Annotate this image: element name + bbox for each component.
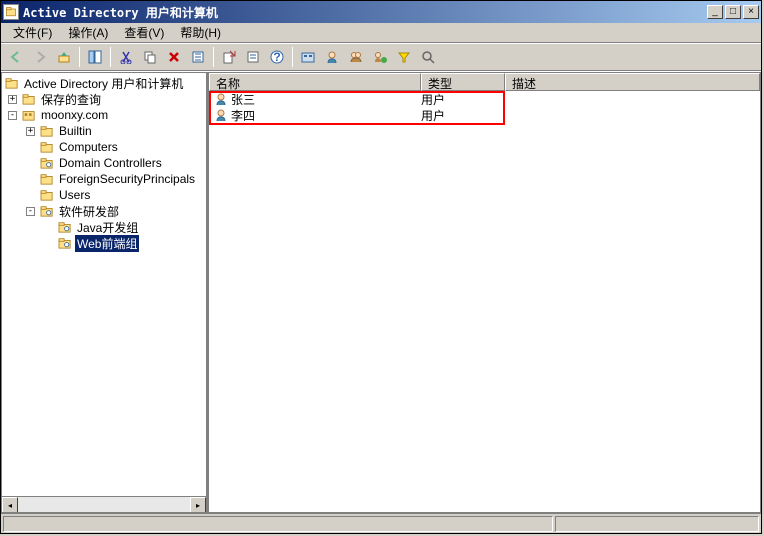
- close-button[interactable]: ×: [743, 5, 759, 19]
- user-icon: [213, 92, 229, 106]
- column-type[interactable]: 类型: [421, 73, 505, 91]
- tree-domain-controllers[interactable]: Domain Controllers: [4, 155, 204, 171]
- tree-root-label: Active Directory 用户和计算机: [22, 75, 185, 92]
- menu-view[interactable]: 查看(V): [116, 22, 172, 43]
- show-hide-tree-icon[interactable]: [84, 46, 106, 68]
- folder-icon: [39, 124, 55, 138]
- toolbar-separator: [292, 47, 293, 67]
- list-cell-name: 李四: [231, 107, 255, 124]
- tree-label: 保存的查询: [39, 91, 103, 108]
- tree-label: ForeignSecurityPrincipals: [57, 172, 197, 186]
- user-icon: [213, 108, 229, 122]
- toolbar-separator: [213, 47, 214, 67]
- tree-fsp[interactable]: ForeignSecurityPrincipals: [4, 171, 204, 187]
- help-icon[interactable]: ?: [266, 46, 288, 68]
- svg-text:?: ?: [273, 50, 280, 64]
- folder-icon: [39, 140, 55, 154]
- list-header: 名称 类型 描述: [209, 73, 760, 91]
- toolbar-separator: [79, 47, 80, 67]
- back-icon[interactable]: [5, 46, 27, 68]
- new-user-icon[interactable]: [321, 46, 343, 68]
- copy-icon[interactable]: [139, 46, 161, 68]
- collapse-toggle[interactable]: -: [8, 111, 17, 120]
- tree-web-group[interactable]: Web前端组: [4, 235, 204, 251]
- window-controls: _ □ ×: [705, 5, 759, 19]
- scroll-right-button[interactable]: ▸: [190, 497, 206, 513]
- app-icon: [3, 4, 19, 20]
- forward-icon[interactable]: [29, 46, 51, 68]
- tree-panel: Active Directory 用户和计算机 + 保存的查询 - moonxy…: [1, 72, 208, 513]
- toolbar-separator: [110, 47, 111, 67]
- list-cell-type: 用户: [421, 91, 505, 108]
- toolbar: ?: [1, 43, 761, 71]
- titlebar: Active Directory 用户和计算机 _ □ ×: [1, 1, 761, 23]
- menubar: 文件(F) 操作(A) 查看(V) 帮助(H): [1, 23, 761, 43]
- add-to-group-icon[interactable]: [369, 46, 391, 68]
- find-icon[interactable]: [417, 46, 439, 68]
- list-body: 张三 用户 李四 用户: [209, 91, 760, 512]
- expand-toggle[interactable]: +: [26, 127, 35, 136]
- folder-icon: [21, 92, 37, 106]
- list-cell-name: 张三: [231, 91, 255, 108]
- tree-label: Users: [57, 188, 92, 202]
- statusbar: [1, 513, 761, 533]
- tree-horizontal-scrollbar[interactable]: ◂ ▸: [2, 496, 206, 512]
- scroll-left-button[interactable]: ◂: [2, 497, 18, 513]
- list-panel: 名称 类型 描述 张三 用户 李四 用户: [208, 72, 761, 513]
- tree-users[interactable]: Users: [4, 187, 204, 203]
- expand-toggle[interactable]: +: [8, 95, 17, 104]
- tree-computers[interactable]: Computers: [4, 139, 204, 155]
- folder-icon: [39, 188, 55, 202]
- tree-saved-queries[interactable]: + 保存的查询: [4, 91, 204, 107]
- filter-icon[interactable]: [393, 46, 415, 68]
- filter-options-icon[interactable]: [297, 46, 319, 68]
- tree-label: 软件研发部: [57, 203, 121, 220]
- list-row[interactable]: 李四 用户: [209, 107, 760, 123]
- ou-icon: [57, 220, 73, 234]
- up-icon[interactable]: [53, 46, 75, 68]
- status-cell: [3, 516, 553, 532]
- ad-root-icon: [4, 76, 20, 90]
- tree-label: moonxy.com: [39, 108, 110, 122]
- properties-icon[interactable]: [242, 46, 264, 68]
- maximize-button[interactable]: □: [725, 5, 741, 19]
- content-area: Active Directory 用户和计算机 + 保存的查询 - moonxy…: [1, 71, 761, 513]
- ou-icon: [39, 156, 55, 170]
- export-icon[interactable]: [218, 46, 240, 68]
- cut-icon[interactable]: [115, 46, 137, 68]
- minimize-button[interactable]: _: [707, 5, 723, 19]
- tree-builtin[interactable]: + Builtin: [4, 123, 204, 139]
- scroll-track[interactable]: [18, 497, 190, 512]
- list-cell-type: 用户: [421, 107, 505, 124]
- refresh-icon[interactable]: [187, 46, 209, 68]
- menu-file[interactable]: 文件(F): [5, 22, 60, 43]
- ou-icon: [57, 236, 73, 250]
- tree-domain[interactable]: - moonxy.com: [4, 107, 204, 123]
- list-row[interactable]: 张三 用户: [209, 91, 760, 107]
- new-group-icon[interactable]: [345, 46, 367, 68]
- menu-help[interactable]: 帮助(H): [172, 22, 229, 43]
- tree-label: Domain Controllers: [57, 156, 164, 170]
- column-name[interactable]: 名称: [209, 73, 421, 91]
- app-window: Active Directory 用户和计算机 _ □ × 文件(F) 操作(A…: [0, 0, 762, 534]
- tree-label-selected: Web前端组: [75, 235, 139, 252]
- folder-icon: [39, 172, 55, 186]
- domain-icon: [21, 108, 37, 122]
- tree-label: Computers: [57, 140, 120, 154]
- tree-java-group[interactable]: Java开发组: [4, 219, 204, 235]
- ou-icon: [39, 204, 55, 218]
- column-desc[interactable]: 描述: [505, 73, 760, 91]
- collapse-toggle[interactable]: -: [26, 207, 35, 216]
- window-title: Active Directory 用户和计算机: [23, 4, 705, 21]
- tree-software-dept[interactable]: - 软件研发部: [4, 203, 204, 219]
- tree-label: Builtin: [57, 124, 94, 138]
- tree-label: Java开发组: [75, 219, 140, 236]
- status-cell: [555, 516, 759, 532]
- menu-action[interactable]: 操作(A): [60, 22, 116, 43]
- tree-root[interactable]: Active Directory 用户和计算机: [4, 75, 204, 91]
- delete-icon[interactable]: [163, 46, 185, 68]
